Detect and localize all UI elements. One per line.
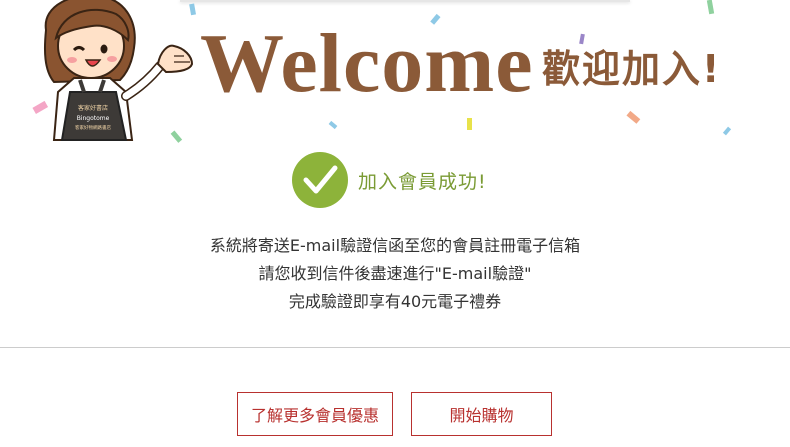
mascot-logo-text: Bingotome — [77, 115, 110, 122]
verification-instructions: 系統將寄送E-mail驗證信函至您的會員註冊電子信箱 請您收到信件後盡速進行"E… — [0, 232, 790, 316]
welcome-heading-cjk: 歡迎加入! — [542, 47, 722, 91]
mascot-apron-line2: 客家好物網路書店 — [75, 124, 111, 131]
instruction-line-2: 請您收到信件後盡速進行"E-mail驗證" — [258, 264, 532, 283]
welcome-banner: 客家好書店 Bingotome 客家好物網路書店 Welcome 歡迎加入! — [0, 0, 790, 150]
registration-success-page: 客家好書店 Bingotome 客家好物網路書店 Welcome 歡迎加入! 加… — [0, 0, 790, 447]
mascot-apron-line1: 客家好書店 — [78, 104, 108, 112]
member-benefits-button[interactable]: 了解更多會員優惠 — [237, 392, 393, 436]
section-divider — [0, 347, 790, 348]
checkmark-icon — [292, 152, 348, 208]
instruction-line-1: 系統將寄送E-mail驗證信函至您的會員註冊電子信箱 — [209, 236, 581, 255]
welcome-heading: Welcome — [200, 17, 534, 110]
start-shopping-button[interactable]: 開始購物 — [411, 392, 552, 436]
success-status: 加入會員成功! — [292, 152, 487, 208]
action-buttons: 了解更多會員優惠 開始購物 — [0, 392, 790, 438]
mascot-illustration: 客家好書店 Bingotome 客家好物網路書店 — [44, 0, 194, 141]
instruction-line-3: 完成驗證即享有40元電子禮券 — [288, 292, 502, 311]
success-message: 加入會員成功! — [358, 170, 487, 193]
